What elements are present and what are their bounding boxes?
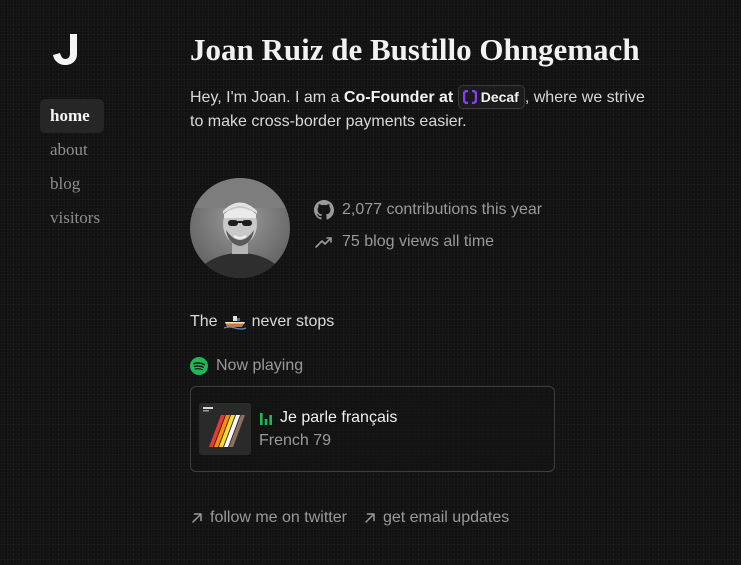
nav-item-visitors[interactable]: visitors: [40, 201, 130, 235]
trending-up-icon: [315, 237, 332, 249]
page-title: Joan Ruiz de Bustillo Ohngemach: [190, 32, 640, 67]
tagline-before: The: [190, 313, 218, 331]
company-name: Decaf: [480, 89, 519, 105]
github-contributions-link[interactable]: 2,077 contributions this year: [314, 200, 542, 220]
contributions-text: 2,077 contributions this year: [342, 201, 543, 219]
twitter-link-label: follow me on twitter: [210, 509, 347, 527]
nav-item-blog[interactable]: blog: [40, 167, 130, 201]
company-badge[interactable]: Decaf: [457, 85, 525, 109]
email-updates-link[interactable]: get email updates: [363, 508, 509, 528]
email-updates-label: get email updates: [382, 509, 510, 527]
github-icon: [314, 200, 334, 220]
intro-role: Co-Founder at: [343, 89, 454, 107]
intro-text: Hey, I'm Joan. I am a Co-Founder at Deca…: [190, 85, 660, 134]
now-playing-label: Now playing: [216, 357, 304, 375]
spotify-icon: [190, 357, 208, 376]
tagline-after: never stops: [251, 313, 335, 331]
boat-icon: [223, 316, 246, 330]
track-artist: French 79: [259, 431, 332, 449]
nav-item-about[interactable]: about: [40, 133, 130, 167]
stats-list: 2,077 contributions this year 75 blog vi…: [314, 200, 542, 252]
avatar: [190, 178, 290, 279]
nav-item-home[interactable]: home: [40, 99, 104, 133]
blog-views-text: 75 blog views all time: [342, 233, 495, 251]
track-title: Je parle français: [280, 408, 398, 426]
album-cover-image: [199, 403, 251, 456]
external-links: follow me on twitter get email updates: [190, 508, 690, 528]
track-card[interactable]: Je parle français French 79: [190, 386, 555, 473]
blog-views-link[interactable]: 75 blog views all time: [314, 232, 542, 252]
profile-row: 2,077 contributions this year 75 blog vi…: [190, 178, 690, 279]
now-playing-header: Now playing: [190, 356, 690, 376]
site-logo[interactable]: [50, 32, 84, 66]
j-logo-icon: [53, 34, 77, 65]
avatar-photo: [190, 178, 290, 279]
equalizer-icon: [260, 412, 272, 425]
main-content: Joan Ruiz de Bustillo Ohngemach Hey, I'm…: [190, 30, 690, 528]
track-info: Je parle français French 79: [259, 407, 397, 452]
twitter-link[interactable]: follow me on twitter: [190, 508, 347, 528]
track-title-row: Je parle français: [259, 407, 397, 429]
album-art: [199, 403, 251, 456]
intro-before: Hey, I'm Joan. I am a: [190, 89, 344, 107]
tagline: The never stops: [190, 312, 690, 332]
arrow-up-right-icon: [365, 513, 375, 523]
arrow-up-right-icon: [192, 513, 202, 523]
main-nav: home about blog visitors: [40, 99, 130, 235]
decaf-logo-icon: [462, 90, 477, 104]
